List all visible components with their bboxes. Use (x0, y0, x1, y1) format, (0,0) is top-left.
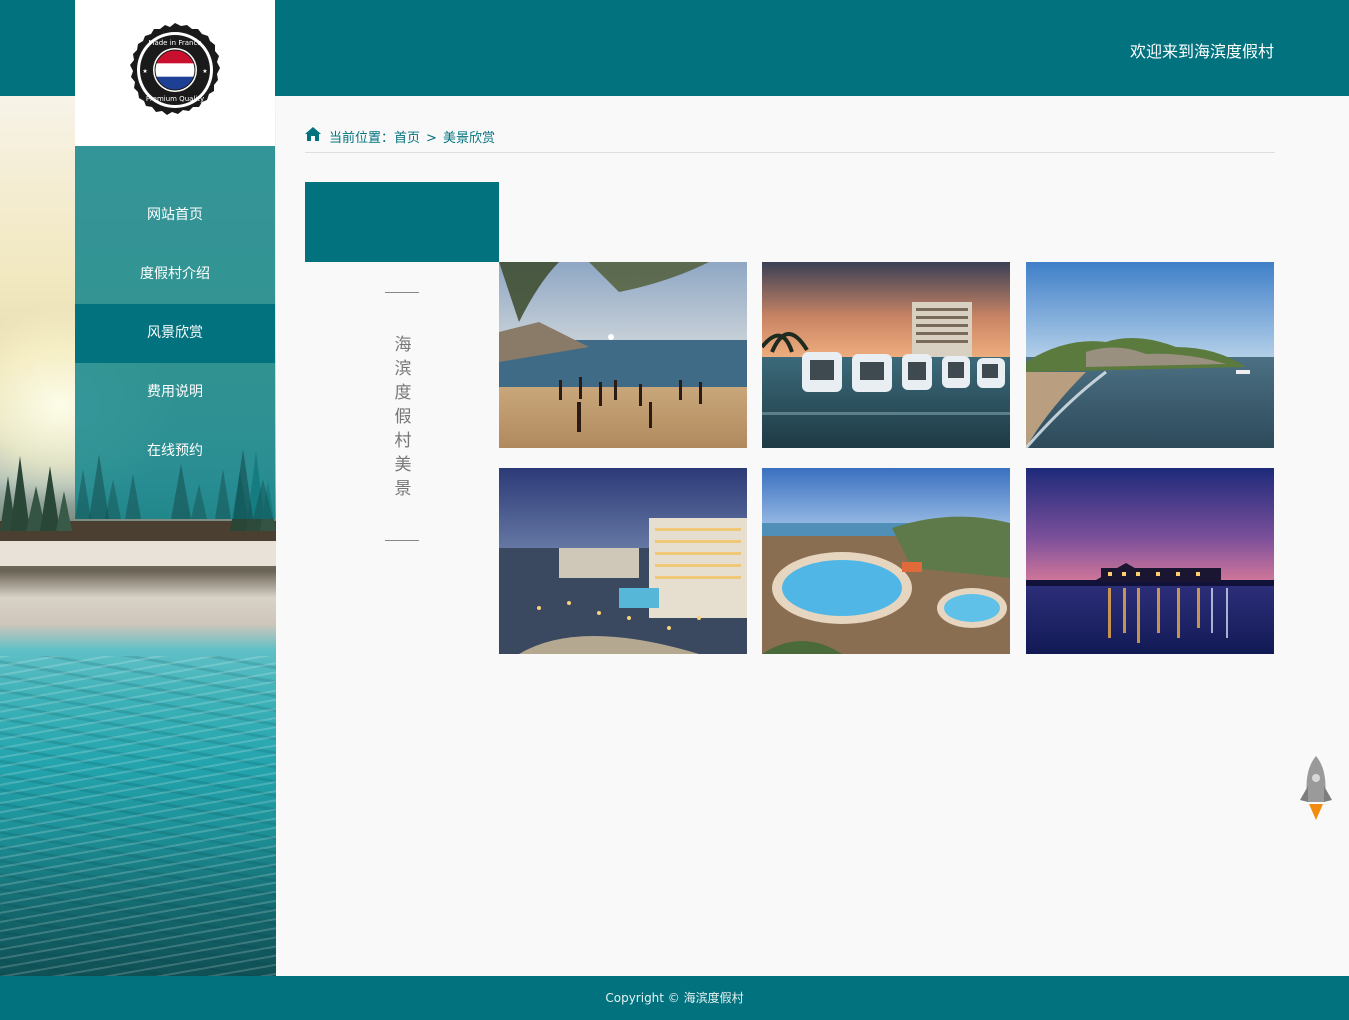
svg-text:★: ★ (202, 68, 207, 75)
gallery-photo-coastline[interactable] (1026, 262, 1274, 448)
copyright-text: Copyright © 海滨度假村 (605, 991, 744, 1005)
home-icon (305, 127, 321, 141)
nav-item-resort-intro[interactable]: 度假村介绍 (75, 245, 275, 304)
breadcrumb-home-link[interactable]: 首页 (394, 131, 420, 146)
welcome-text: 欢迎来到海滨度假村 (1129, 42, 1274, 61)
turquoise-water (0, 656, 276, 976)
nav-item-scenery[interactable]: 风景欣赏 (75, 304, 275, 363)
footer: Copyright © 海滨度假村 (0, 976, 1349, 1020)
section-vertical-title: 海 滨 度 假 村 美 景 (393, 333, 413, 501)
svg-text:Premium Quality: Premium Quality (146, 95, 204, 103)
breadcrumb: 当前位置：首页 > 美景欣赏 (305, 126, 1275, 153)
title-divider-bottom (385, 540, 419, 541)
title-char: 村 (394, 431, 412, 451)
gallery-photo-lakeside-night[interactable] (1026, 468, 1274, 654)
title-char: 假 (394, 407, 412, 427)
svg-text:★: ★ (142, 68, 147, 75)
gallery-photo-resort-pool[interactable] (762, 468, 1010, 654)
breadcrumb-current: 美景欣赏 (442, 131, 495, 146)
breadcrumb-separator: > (426, 131, 437, 146)
title-char: 景 (394, 479, 412, 499)
svg-text:Made in France: Made in France (148, 39, 201, 47)
made-in-france-badge-logo: Made in France Premium Quality ★ ★ (130, 23, 220, 115)
section-header-block (305, 182, 499, 262)
rocket-icon[interactable] (1300, 756, 1332, 822)
title-char: 滨 (394, 359, 412, 379)
gallery-photo-beach[interactable] (499, 262, 747, 448)
gallery-photo-resort-night[interactable] (499, 468, 747, 654)
logo-container[interactable]: Made in France Premium Quality ★ ★ (75, 0, 275, 146)
title-char: 美 (394, 455, 412, 475)
breadcrumb-text: 当前位置：首页 > 美景欣赏 (329, 127, 495, 146)
nav-forest-overlay (75, 449, 273, 519)
nav-item-pricing[interactable]: 费用说明 (75, 363, 275, 422)
title-divider-top (385, 292, 419, 293)
title-char: 度 (394, 383, 412, 403)
title-char: 海 (394, 335, 412, 355)
sidebar-nav: 网站首页 度假村介绍 风景欣赏 费用说明 在线预约 (75, 146, 275, 519)
nav-item-home[interactable]: 网站首页 (75, 186, 275, 245)
gallery-photo-overwater-villas[interactable] (762, 262, 1010, 448)
breadcrumb-prefix: 当前位置： (329, 131, 395, 146)
